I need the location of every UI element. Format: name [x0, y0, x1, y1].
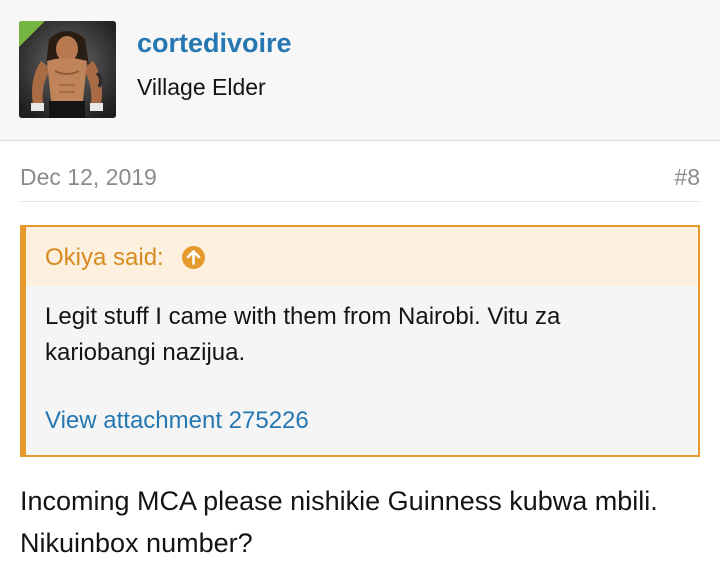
post-message: Incoming MCA please nishikie Guinness ku…: [20, 486, 658, 558]
username-link[interactable]: cortedivoire: [137, 28, 292, 59]
quote-block: Okiya said: Legit stuff I came with them…: [20, 225, 700, 457]
post-user-header: cortedivoire Village Elder: [0, 0, 720, 141]
online-badge: [19, 21, 45, 47]
quote-author[interactable]: Okiya said:: [45, 244, 164, 272]
post-meta: Dec 12, 2019 #8: [20, 162, 700, 202]
quote-header: Okiya said:: [26, 227, 698, 286]
avatar[interactable]: [19, 21, 116, 118]
arrow-up-circle-icon[interactable]: [182, 246, 205, 269]
post-number-link[interactable]: #8: [674, 164, 700, 191]
quote-text: Legit stuff I came with them from Nairob…: [45, 303, 561, 366]
post-date-link[interactable]: Dec 12, 2019: [20, 164, 157, 191]
attachment-link[interactable]: View attachment 275226: [45, 407, 309, 435]
user-title: Village Elder: [137, 74, 266, 100]
